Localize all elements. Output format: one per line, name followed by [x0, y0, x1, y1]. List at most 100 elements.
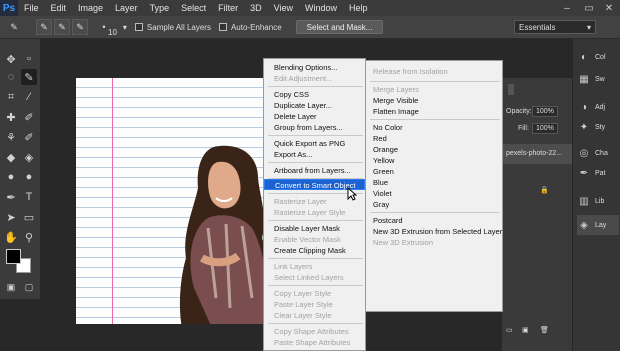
menu-item-clear-layer-style: Clear Layer Style: [274, 311, 332, 320]
dock-color[interactable]: ◐ Col: [577, 47, 619, 67]
eyedropper-tool-icon[interactable]: ⁄: [21, 89, 37, 105]
menu-image[interactable]: Image: [72, 3, 109, 13]
layer-row-selected[interactable]: pexels-photo-22...: [502, 144, 572, 164]
menu-item-gray[interactable]: Gray: [366, 199, 502, 210]
panel-tab[interactable]: [508, 84, 514, 95]
dodge-tool-icon[interactable]: ●: [21, 169, 37, 185]
dock-swatches[interactable]: ▦ Sw: [577, 69, 619, 89]
brush-settings-icon[interactable]: ▾: [123, 23, 127, 32]
menu-item-blending-options[interactable]: Blending Options...: [264, 62, 365, 73]
menu-item-artboard-from-layers[interactable]: Artboard from Layers...: [264, 165, 365, 176]
menu-view[interactable]: View: [268, 3, 299, 13]
sample-all-layers-checkbox[interactable]: [134, 23, 143, 31]
fill-field[interactable]: 100%: [532, 123, 558, 134]
menu-item-disable-layer-mask[interactable]: Disable Layer Mask: [264, 223, 365, 234]
menu-item-postcard[interactable]: Postcard: [366, 215, 502, 226]
crop-tool-icon[interactable]: ⌗: [3, 89, 19, 105]
menu-separator: [370, 119, 500, 120]
minimize-icon[interactable]: –: [556, 0, 578, 16]
new-group-icon[interactable]: ▭: [506, 326, 513, 334]
menu-item-link-layers: Link Layers: [274, 262, 313, 271]
zoom-tool-icon[interactable]: ⚲: [21, 229, 37, 245]
dock-channels[interactable]: ◎ Cha: [577, 143, 619, 163]
move-tool-icon[interactable]: ✥: [3, 51, 19, 67]
menu-item-delete-layer[interactable]: Delete Layer: [264, 111, 365, 122]
menu-item-copy-css[interactable]: Copy CSS: [264, 89, 365, 100]
clone-stamp-icon[interactable]: ⚘: [3, 129, 19, 145]
menu-item-duplicate-layer[interactable]: Duplicate Layer...: [264, 100, 365, 111]
menu-item-copy-layer-style: Copy Layer Style: [274, 289, 332, 298]
menu-item-merge-layers: Merge Layers: [373, 85, 419, 94]
pen-tool-icon[interactable]: ✒: [3, 189, 19, 205]
hand-tool-icon[interactable]: ✋: [3, 229, 19, 245]
menu-item-quick-export-png[interactable]: Quick Export as PNG: [264, 138, 365, 149]
dock-paths[interactable]: ✒ Pat: [577, 163, 619, 183]
menu-item-no-color[interactable]: No Color: [366, 122, 502, 133]
menu-item-green[interactable]: Green: [366, 166, 502, 177]
dock-layers[interactable]: ◈ Lay: [577, 215, 619, 235]
healing-brush-icon[interactable]: ✚: [3, 109, 19, 125]
select-and-mask-button[interactable]: Select and Mask...: [295, 20, 384, 34]
menu-item-select-linked-layers: Select Linked Layers: [274, 273, 344, 282]
close-icon[interactable]: ✕: [598, 0, 620, 16]
layer-name: pexels-photo-22...: [506, 150, 563, 157]
lasso-tool-icon[interactable]: ◌: [3, 69, 19, 85]
menu-select[interactable]: Select: [175, 3, 212, 13]
menu-file[interactable]: File: [18, 3, 45, 13]
menu-item-group-from-layers[interactable]: Group from Layers...: [264, 122, 365, 133]
mouse-cursor-icon: [347, 187, 357, 201]
path-selection-icon[interactable]: ➤: [3, 209, 19, 225]
rectangle-tool-icon[interactable]: ▭: [21, 209, 37, 225]
menu-item-edit-adjustment: Edit Adjustment...: [274, 74, 333, 83]
menu-item-violet[interactable]: Violet: [366, 188, 502, 199]
menu-layer[interactable]: Layer: [109, 3, 144, 13]
menu-edit[interactable]: Edit: [45, 3, 73, 13]
brush-tool-icon[interactable]: ✐: [21, 109, 37, 125]
menu-item-create-clipping-mask[interactable]: Create Clipping Mask: [264, 245, 365, 256]
quick-selection-tool-icon[interactable]: ✎: [6, 19, 22, 35]
menu-type[interactable]: Type: [144, 3, 176, 13]
options-bar: ✎ ✎ ✎ ✎ • 10 ▾ Sample All Layers Auto-En…: [0, 16, 620, 39]
menu-window[interactable]: Window: [299, 3, 343, 13]
dock-adjustments[interactable]: ◑ Adj: [577, 97, 619, 117]
menu-item-red[interactable]: Red: [366, 133, 502, 144]
brush-size-picker[interactable]: •: [96, 19, 112, 35]
adjustments-icon: ◑: [580, 101, 588, 113]
dock-styles[interactable]: ✦ Sty: [577, 117, 619, 137]
history-brush-icon[interactable]: ✐: [21, 129, 37, 145]
quick-mask-icon[interactable]: ▣: [3, 279, 19, 295]
paint-bucket-icon[interactable]: ◈: [21, 149, 37, 165]
restore-icon[interactable]: ▭: [578, 0, 600, 16]
menu-item-new-3d-extrusion-selected[interactable]: New 3D Extrusion from Selected Layer: [366, 226, 502, 237]
delete-layer-icon[interactable]: 🗑: [540, 326, 549, 334]
menu-separator: [268, 86, 363, 87]
menu-item-blue[interactable]: Blue: [366, 177, 502, 188]
menu-3d[interactable]: 3D: [244, 3, 268, 13]
menu-item-export-as[interactable]: Export As...: [264, 149, 365, 160]
menu-item-flatten-image[interactable]: Flatten Image: [366, 106, 502, 117]
menu-separator: [370, 81, 500, 82]
auto-enhance-checkbox[interactable]: [218, 23, 227, 31]
new-layer-icon[interactable]: ▣: [522, 326, 529, 334]
subtract-from-selection-icon[interactable]: ✎: [72, 19, 88, 35]
quick-selection-tool-icon[interactable]: ✎: [21, 69, 37, 85]
menu-item-yellow[interactable]: Yellow: [366, 155, 502, 166]
menu-item-merge-visible[interactable]: Merge Visible: [366, 95, 502, 106]
brush-icon: •: [102, 22, 106, 32]
blur-tool-icon[interactable]: ●: [3, 169, 19, 185]
eraser-tool-icon[interactable]: ◆: [3, 149, 19, 165]
workspace-select[interactable]: Essentials ▾: [514, 20, 596, 34]
layers-icon: ◈: [580, 219, 588, 231]
foreground-color-swatch[interactable]: [6, 249, 21, 264]
new-selection-icon[interactable]: ✎: [36, 19, 52, 35]
document-canvas[interactable]: [76, 78, 276, 324]
menu-filter[interactable]: Filter: [212, 3, 244, 13]
type-tool-icon[interactable]: T: [21, 189, 37, 205]
menu-help[interactable]: Help: [343, 3, 374, 13]
artboard-tool-icon[interactable]: ▫: [21, 51, 37, 67]
menu-item-orange[interactable]: Orange: [366, 144, 502, 155]
add-to-selection-icon[interactable]: ✎: [54, 19, 70, 35]
screen-mode-icon[interactable]: ▢: [21, 279, 37, 295]
dock-libraries[interactable]: ▥ Lib: [577, 191, 619, 211]
opacity-field[interactable]: 100%: [532, 106, 558, 117]
